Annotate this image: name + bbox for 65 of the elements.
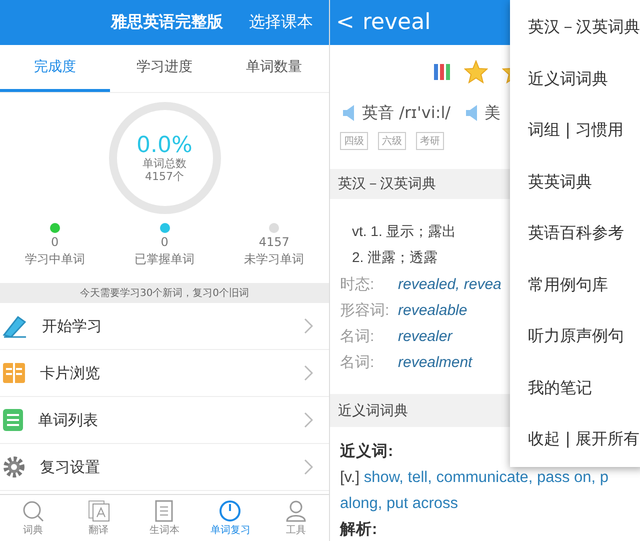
progress-caption: 单词总数 xyxy=(142,158,186,170)
menu-item[interactable]: 复习设置 xyxy=(0,444,329,491)
speaker-icon[interactable] xyxy=(342,105,356,122)
word-form: revealed, revea xyxy=(398,276,502,292)
menu-option[interactable]: 英语百科参考 xyxy=(510,208,640,260)
translate-icon xyxy=(88,500,110,522)
synonym-line: [v.] show, tell, communicate, pass on, p xyxy=(340,468,610,488)
clock-icon xyxy=(219,500,242,522)
stat-count: 0 xyxy=(160,235,168,249)
pronunciation: 英音 /rɪ'vi:l/ xyxy=(362,102,451,124)
star-icon xyxy=(464,60,488,84)
pencil-icon xyxy=(2,313,28,339)
menu-option[interactable]: 听力原声例句 xyxy=(510,311,640,362)
form-label: 形容词: xyxy=(340,300,390,320)
nav-tab[interactable]: 生词本 xyxy=(132,495,198,541)
progress-percent: 0.0% xyxy=(136,133,192,158)
analysis-heading: 解析: xyxy=(340,520,378,540)
chevron-icon xyxy=(304,459,313,475)
bars-icon[interactable] xyxy=(434,62,450,81)
person-icon xyxy=(285,500,308,522)
level-tag: 四级 xyxy=(340,132,368,150)
course-title: 雅思英语完整版 xyxy=(111,12,223,33)
nav-tab[interactable]: 工具 xyxy=(263,495,329,541)
word-form: revealable xyxy=(398,302,468,318)
menu-item[interactable]: 开始学习 xyxy=(0,303,329,350)
chevron-icon xyxy=(304,318,313,334)
nav-tab[interactable]: 词典 xyxy=(0,495,66,541)
nav-tab[interactable]: 翻译 xyxy=(66,495,132,541)
word-form: revealer xyxy=(398,328,452,344)
menu-option[interactable]: 近义词词典 xyxy=(510,54,640,105)
stat-count: 4157 xyxy=(258,235,290,249)
stat-count: 0 xyxy=(51,235,59,249)
menu-item[interactable]: 单词列表 xyxy=(0,397,329,444)
menu-option[interactable]: 英汉－汉英词典 xyxy=(510,2,640,54)
form-label: 名词: xyxy=(340,326,376,346)
speaker-icon[interactable] xyxy=(464,105,479,122)
menu-item[interactable]: 卡片浏览 xyxy=(0,350,329,397)
search-icon xyxy=(22,500,44,522)
word-form: revealment xyxy=(398,354,472,370)
word-title: reveal xyxy=(362,10,431,35)
synonyms-heading: 近义词: xyxy=(340,442,394,462)
form-label: 名词: xyxy=(340,352,376,372)
daily-plan-banner: 今天需要学习30个新词，复习0个旧词 xyxy=(0,283,329,303)
stat-label: 学习中单词 xyxy=(24,251,85,268)
menu-option[interactable]: 词组 | 习惯用 xyxy=(510,105,640,156)
stat-label: 未学习单词 xyxy=(244,251,304,268)
nav-tab[interactable]: 单词复习 xyxy=(197,495,264,541)
synonym-line: along, put across xyxy=(340,494,460,514)
chevron-icon xyxy=(304,412,313,428)
tab[interactable]: 单词数量 xyxy=(219,45,330,92)
back-button[interactable]: < xyxy=(336,10,354,35)
level-tag: 六级 xyxy=(378,132,406,150)
definition-line: 2. 泄露；透露 xyxy=(351,249,438,267)
tab[interactable]: 完成度 xyxy=(0,45,110,92)
stat-label: 已掌握单词 xyxy=(134,251,194,268)
chevron-icon xyxy=(304,365,313,381)
definition-line: vt. 1. 显示；露出 xyxy=(351,223,456,241)
menu-option[interactable]: 常用例句库 xyxy=(510,260,640,311)
pronunciation: 美 xyxy=(484,102,501,124)
word-total: 4157个 xyxy=(145,170,184,183)
document-icon xyxy=(155,500,174,522)
tab[interactable]: 学习进度 xyxy=(110,45,220,92)
level-tag: 考研 xyxy=(416,132,444,150)
choose-book-link[interactable]: 选择课本 xyxy=(249,12,313,33)
form-label: 时态: xyxy=(340,274,376,294)
